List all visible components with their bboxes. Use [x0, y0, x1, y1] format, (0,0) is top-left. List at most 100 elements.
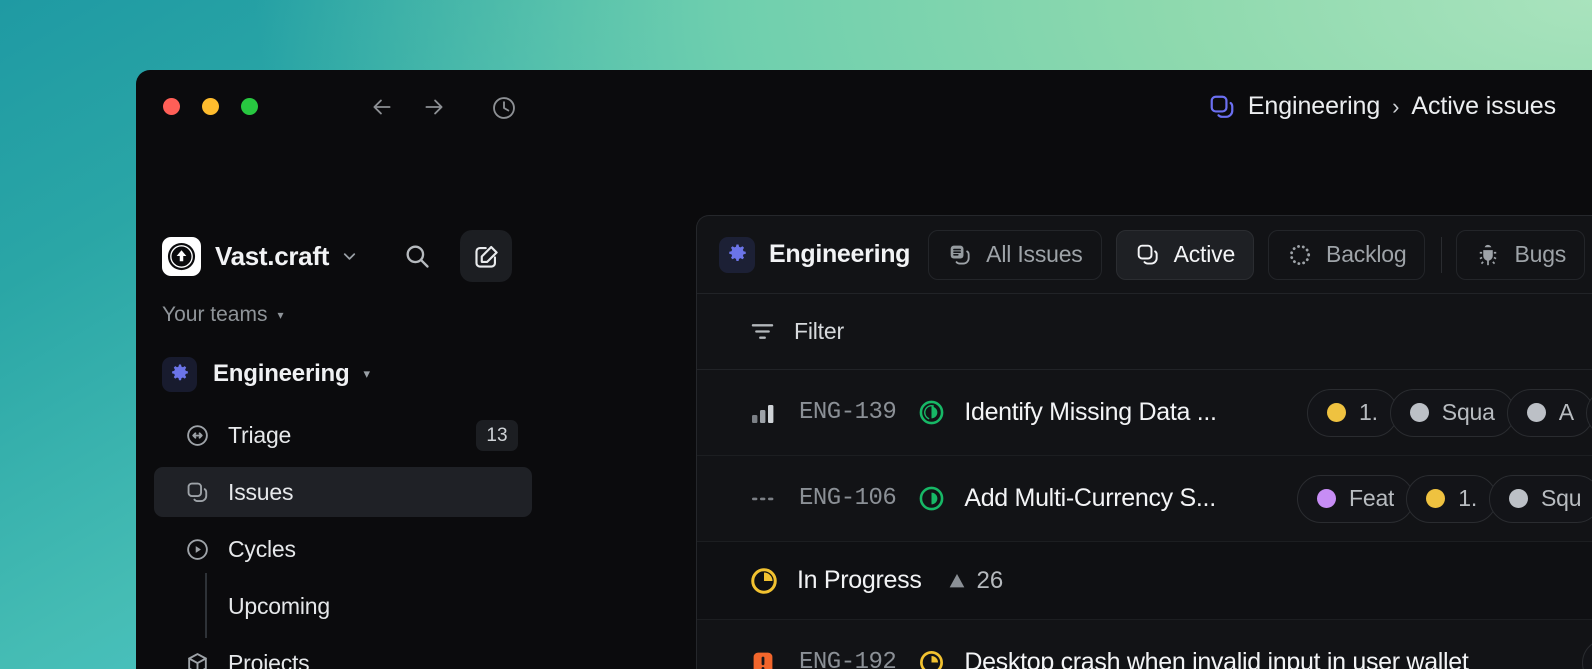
- tab-backlog[interactable]: Backlog: [1268, 230, 1425, 280]
- label-chip-text: A: [1559, 399, 1574, 426]
- close-window-button[interactable]: [163, 98, 180, 115]
- sidebar-item-label: Upcoming: [228, 593, 330, 620]
- tree-rail: [205, 573, 207, 638]
- label-chip[interactable]: Squa: [1390, 389, 1515, 437]
- table-row[interactable]: ENG-139 Identify Missing Data ... 1. Squ…: [697, 370, 1592, 456]
- filter-icon: [749, 318, 776, 345]
- label-chip[interactable]: 1.: [1307, 389, 1398, 437]
- issue-key: ENG-106: [799, 485, 896, 512]
- issue-key: ENG-192: [799, 649, 896, 669]
- label-chip[interactable]: [1582, 639, 1592, 669]
- chevron-down-icon[interactable]: [340, 247, 359, 266]
- sidebar-item-cycles[interactable]: Cycles: [154, 524, 532, 574]
- issues-icon: [1208, 93, 1236, 121]
- tab-bugs[interactable]: Bugs: [1456, 230, 1585, 280]
- sidebar-team-label: Engineering: [213, 360, 349, 388]
- priority-none-icon[interactable]: [749, 486, 777, 512]
- label-chip-text: Squa: [1442, 399, 1495, 426]
- issue-key: ENG-139: [799, 399, 896, 426]
- label-chip-text: Feat: [1349, 485, 1394, 512]
- triage-count-badge: 13: [476, 420, 518, 451]
- in-progress-yellow-icon: [749, 566, 779, 596]
- clock-icon[interactable]: [491, 95, 516, 120]
- label-chip[interactable]: Squ: [1489, 475, 1592, 523]
- sidebar-item-label: Triage: [228, 422, 291, 449]
- label-dot: [1426, 489, 1445, 508]
- compose-icon[interactable]: [460, 230, 512, 282]
- sidebar-item-triage[interactable]: Triage 13: [154, 410, 532, 460]
- sidebar-item-label: Issues: [228, 479, 293, 506]
- table-row[interactable]: ENG-106 Add Multi-Currency S... Feat 1.: [697, 456, 1592, 542]
- sidebar: Vast.craft Your teams ▾: [136, 145, 696, 669]
- priority-bars-icon[interactable]: [749, 400, 777, 426]
- sidebar-item-upcoming[interactable]: Upcoming: [154, 581, 532, 631]
- breadcrumb-view[interactable]: Active issues: [1411, 92, 1556, 121]
- backlog-icon: [1287, 242, 1313, 268]
- table-row[interactable]: ENG-192 Desktop crash when invalid input…: [697, 620, 1592, 669]
- arrow-right-icon[interactable]: [421, 94, 447, 120]
- tab-engineering[interactable]: Engineering: [719, 237, 910, 273]
- issue-title: Desktop crash when invalid input in user…: [964, 648, 1468, 669]
- gear-icon: [162, 357, 197, 392]
- tab-active-label: Active: [1174, 241, 1235, 268]
- label-chip[interactable]: A: [1507, 389, 1592, 437]
- your-teams-section-header[interactable]: Your teams ▾: [162, 303, 283, 327]
- triangle-icon: [946, 570, 968, 592]
- in-progress-green-icon[interactable]: [918, 485, 945, 512]
- app-window: Engineering › Active issues Vast.craft: [136, 70, 1592, 669]
- label-chip[interactable]: Feat: [1297, 475, 1414, 523]
- main-content-panel: Engineering All Issues: [696, 215, 1592, 669]
- label-dot: [1410, 403, 1429, 422]
- arrow-left-icon[interactable]: [369, 94, 395, 120]
- group-header-label: In Progress: [797, 566, 922, 595]
- filter-bar[interactable]: Filter: [697, 294, 1592, 370]
- tab-all-issues[interactable]: All Issues: [928, 230, 1101, 280]
- sidebar-item-projects[interactable]: Projects: [154, 638, 532, 669]
- tab-engineering-label: Engineering: [769, 240, 910, 269]
- tab-all-issues-label: All Issues: [986, 241, 1082, 268]
- titlebar: Engineering › Active issues: [136, 70, 1592, 145]
- view-tabbar: Engineering All Issues: [697, 216, 1592, 294]
- tab-active[interactable]: Active: [1116, 230, 1254, 280]
- group-header-in-progress[interactable]: In Progress 26: [697, 542, 1592, 620]
- label-dot: [1509, 489, 1528, 508]
- chevron-down-icon[interactable]: ▾: [363, 366, 370, 382]
- issue-labels: Feat 1. Squ Migra: [1297, 475, 1592, 523]
- sidebar-item-issues[interactable]: Issues: [154, 467, 532, 517]
- label-chip-text: 1.: [1458, 485, 1477, 512]
- search-icon[interactable]: [403, 242, 431, 270]
- workspace-name: Vast.craft: [215, 241, 329, 272]
- triage-icon: [182, 423, 212, 448]
- issue-labels: [1582, 639, 1592, 669]
- chevron-down-icon[interactable]: ▾: [277, 308, 283, 322]
- gear-icon: [719, 237, 755, 273]
- issue-labels: 1. Squa A Migra: [1307, 389, 1592, 437]
- label-chip-text: 1.: [1359, 399, 1378, 426]
- breadcrumb: Engineering › Active issues: [1208, 92, 1556, 121]
- workspace-switcher[interactable]: Vast.craft: [162, 230, 670, 282]
- in-progress-yellow-icon[interactable]: [918, 649, 945, 669]
- all-issues-icon: [947, 242, 973, 268]
- maximize-window-button[interactable]: [241, 98, 258, 115]
- breadcrumb-separator: ›: [1392, 94, 1399, 120]
- breadcrumb-team[interactable]: Engineering: [1248, 92, 1380, 121]
- label-dot: [1327, 403, 1346, 422]
- priority-urgent-icon[interactable]: [749, 650, 777, 669]
- in-progress-green-icon[interactable]: [918, 399, 945, 426]
- label-chip-text: Squ: [1541, 485, 1581, 512]
- label-dot: [1527, 403, 1546, 422]
- issues-icon: [182, 480, 212, 505]
- your-teams-label: Your teams: [162, 303, 267, 327]
- filter-label: Filter: [794, 318, 844, 345]
- bug-icon: [1475, 242, 1501, 268]
- minimize-window-button[interactable]: [202, 98, 219, 115]
- active-icon: [1135, 242, 1161, 268]
- issue-title: Add Multi-Currency S...: [964, 484, 1216, 513]
- label-chip[interactable]: 1.: [1406, 475, 1497, 523]
- sidebar-team-engineering[interactable]: Engineering ▾: [162, 352, 370, 396]
- tab-bugs-label: Bugs: [1514, 241, 1566, 268]
- label-dot: [1317, 489, 1336, 508]
- tab-divider: [1441, 237, 1442, 273]
- issue-title: Identify Missing Data ...: [964, 398, 1216, 427]
- cycles-icon: [182, 537, 212, 562]
